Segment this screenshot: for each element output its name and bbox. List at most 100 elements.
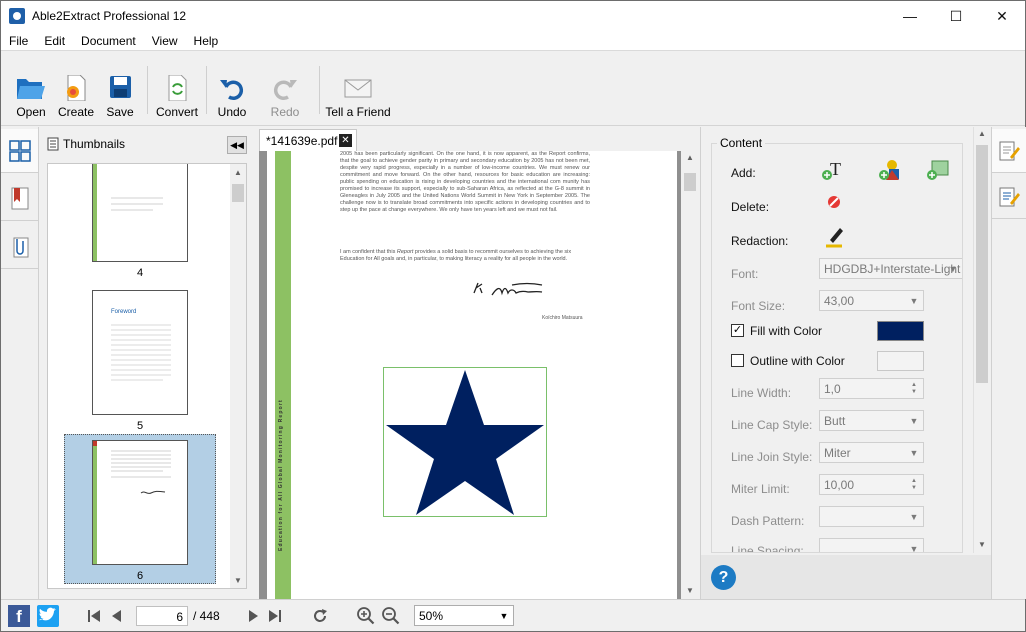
menu-document[interactable]: Document — [73, 34, 144, 48]
previous-page-button[interactable] — [109, 608, 125, 624]
first-page-button[interactable] — [86, 608, 102, 624]
bookmarks-panel-button[interactable] — [1, 177, 38, 221]
scrollbar-thumb[interactable] — [684, 173, 696, 191]
scrollbar-thumb[interactable] — [976, 145, 988, 383]
attachments-panel-button[interactable] — [1, 225, 38, 269]
miter-limit-spinner[interactable]: 10,00 ▲ ▼ — [819, 474, 924, 495]
maximize-button[interactable]: ☐ — [933, 1, 979, 31]
page-body-paragraph: I am confident that this Report provides… — [340, 249, 572, 262]
current-page-input[interactable] — [136, 606, 188, 626]
line-cap-label: Line Cap Style: — [731, 418, 813, 432]
next-page-button[interactable] — [245, 608, 261, 624]
form-fields-panel-button[interactable] — [992, 175, 1026, 219]
window-controls: — ☐ ✕ — [887, 1, 1025, 31]
edit-document-icon — [999, 141, 1020, 160]
scroll-down-arrow-icon[interactable]: ▼ — [230, 572, 246, 588]
zoom-level-combo[interactable]: 50% ▼ — [414, 605, 514, 626]
add-shape-icon — [879, 160, 899, 180]
line-width-label: Line Width: — [731, 386, 792, 400]
page-side-text: Education for All Global Monitoring Repo… — [278, 399, 284, 551]
menu-edit[interactable]: Edit — [36, 34, 73, 48]
page-icon — [47, 137, 59, 151]
font-combo[interactable]: HDGDBJ+Interstate-Light ▼ — [819, 258, 962, 279]
outline-color-checkbox[interactable] — [731, 354, 744, 367]
miter-limit-value: 10,00 — [824, 478, 855, 492]
scrollbar-thumb[interactable] — [232, 184, 244, 202]
fill-color-swatch[interactable] — [877, 321, 924, 341]
save-button[interactable]: Save — [105, 52, 135, 126]
thumbnail-page-4[interactable] — [92, 164, 188, 262]
spinner-arrows-icon[interactable]: ▲ ▼ — [905, 379, 923, 398]
twitter-icon[interactable] — [37, 605, 59, 627]
folder-open-icon — [16, 75, 46, 101]
close-tab-icon[interactable]: ✕ — [339, 134, 352, 147]
toolbar-separator — [147, 66, 148, 114]
redo-arrow-icon — [270, 75, 300, 101]
zoom-out-button[interactable] — [381, 606, 401, 626]
thumbnails-panel-button[interactable] — [1, 129, 38, 173]
page-body-text: 2005 has been particularly significant. … — [340, 151, 590, 213]
pdf-page[interactable]: Education for All Global Monitoring Repo… — [267, 151, 677, 599]
document-view[interactable]: Education for All Global Monitoring Repo… — [259, 151, 699, 599]
scroll-up-arrow-icon[interactable]: ▲ — [681, 153, 699, 162]
dash-pattern-combo[interactable]: ▼ — [819, 506, 924, 527]
facebook-icon[interactable]: f — [8, 605, 30, 627]
scroll-down-arrow-icon[interactable]: ▼ — [681, 586, 699, 595]
bookmark-icon — [11, 187, 28, 209]
create-button[interactable]: Create — [57, 52, 95, 126]
collapse-panel-button[interactable]: ◀◀ — [227, 136, 247, 154]
open-button[interactable]: Open — [15, 52, 47, 126]
line-cap-value: Butt — [824, 414, 846, 428]
edit-content-panel-button[interactable] — [992, 129, 1026, 173]
spinner-arrows-icon[interactable]: ▲ ▼ — [905, 475, 923, 494]
outline-color-swatch[interactable] — [877, 351, 924, 371]
first-page-icon — [88, 610, 100, 622]
scroll-up-arrow-icon[interactable]: ▲ — [974, 129, 990, 138]
line-cap-combo[interactable]: Butt ▼ — [819, 410, 924, 431]
add-image-button[interactable] — [926, 158, 950, 182]
font-size-combo[interactable]: 43,00 ▼ — [819, 290, 924, 311]
delete-button[interactable] — [826, 194, 842, 210]
content-panel-scrollbar[interactable]: ▲ ▼ — [973, 127, 990, 553]
close-button[interactable]: ✕ — [979, 1, 1025, 31]
window-title: Able2Extract Professional 12 — [32, 9, 187, 23]
undo-button[interactable]: Undo — [217, 52, 247, 126]
menu-help[interactable]: Help — [186, 34, 227, 48]
form-edit-icon — [999, 187, 1020, 206]
line-spacing-combo[interactable]: ▼ — [819, 538, 924, 552]
fill-color-checkbox[interactable]: ✓ — [731, 324, 744, 337]
line-width-spinner[interactable]: 1,0 ▲ ▼ — [819, 378, 924, 399]
menu-file[interactable]: File — [1, 34, 36, 48]
convert-button[interactable]: Convert — [156, 52, 198, 126]
content-group: Add: T Delete: Redaction: Font: HDGDBJ+I… — [711, 143, 963, 553]
thumbnails-scrollbar[interactable]: ▲ ▼ — [230, 164, 246, 588]
scroll-up-arrow-icon[interactable]: ▲ — [230, 164, 246, 180]
thumbnails-list[interactable]: 4 Foreword 5 6 ▲ ▼ — [47, 163, 247, 589]
minimize-button[interactable]: — — [887, 1, 933, 31]
line-join-combo[interactable]: Miter ▼ — [819, 442, 924, 463]
add-text-button[interactable]: T — [821, 158, 845, 182]
help-button[interactable]: ? — [711, 565, 736, 590]
thumbnail-page-number: 4 — [136, 267, 144, 279]
previous-page-icon — [112, 610, 121, 622]
scroll-down-arrow-icon[interactable]: ▼ — [974, 540, 990, 549]
redaction-button[interactable] — [822, 224, 846, 248]
chevron-down-icon: ▼ — [948, 263, 958, 274]
last-page-button[interactable] — [267, 608, 283, 624]
thumbnail-page-6[interactable] — [92, 440, 188, 565]
app-logo-icon — [9, 8, 25, 24]
thumbnail-page-5[interactable]: Foreword — [92, 290, 188, 415]
tell-a-friend-button[interactable]: Tell a Friend — [325, 52, 391, 126]
add-label: Add: — [731, 166, 756, 180]
redo-button[interactable]: Redo — [269, 52, 301, 126]
content-group-title: Content — [717, 136, 766, 150]
miter-limit-label: Miter Limit: — [731, 482, 790, 496]
zoom-in-button[interactable] — [356, 606, 376, 626]
thumbnails-title: Thumbnails — [63, 137, 126, 151]
document-scrollbar[interactable]: ▲ ▼ — [681, 151, 699, 599]
rotate-page-button[interactable] — [312, 608, 328, 624]
menu-view[interactable]: View — [144, 34, 186, 48]
selected-star-shape[interactable] — [383, 367, 547, 517]
add-shape-button[interactable] — [878, 158, 902, 182]
document-tab[interactable]: *141639e.pdf ✕ — [259, 129, 357, 151]
